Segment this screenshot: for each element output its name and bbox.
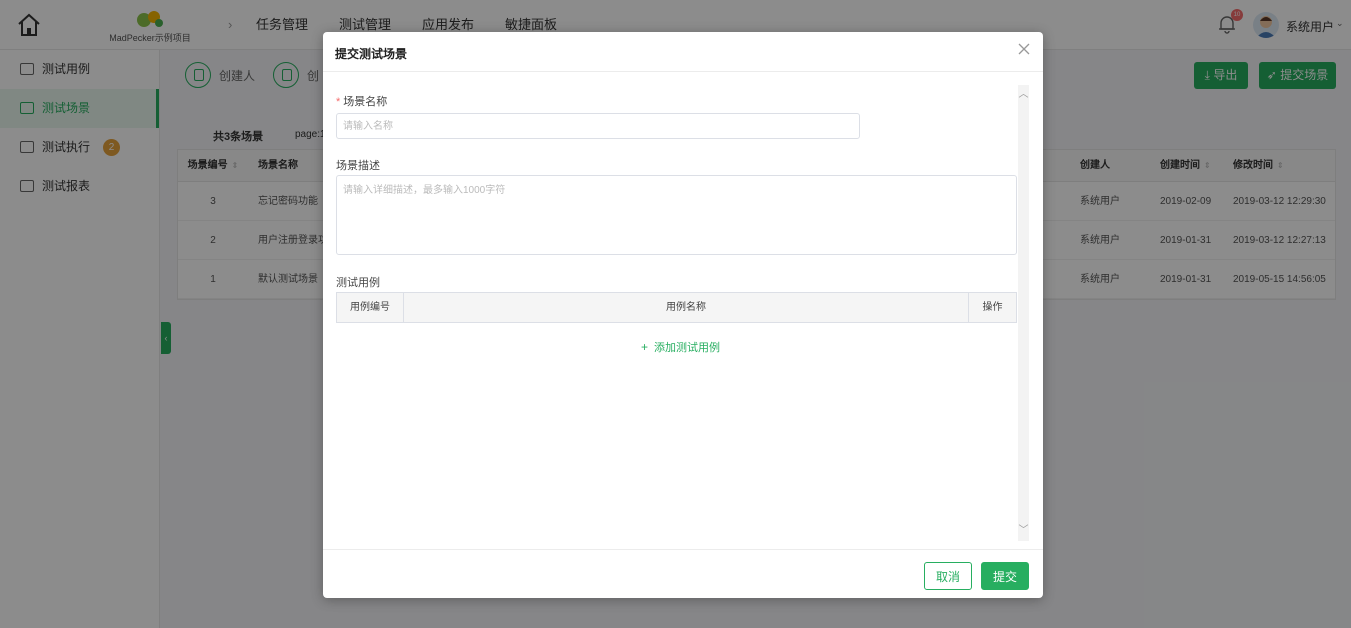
submit-scene-dialog: 提交测试场景 *场景名称 场景描述 测试用例 用例编号 用例名称 操作 + 添加测… bbox=[323, 32, 1043, 598]
chevron-down-icon[interactable]: ﹀ bbox=[1018, 525, 1029, 537]
dialog-body: *场景名称 场景描述 测试用例 用例编号 用例名称 操作 + 添加测试用例 ︿ ﹀ bbox=[323, 73, 1043, 549]
case-column-name: 用例名称 bbox=[404, 293, 969, 322]
add-test-case-button[interactable]: + 添加测试用例 bbox=[641, 339, 720, 355]
scene-name-label: * 场景名称 bbox=[336, 93, 387, 109]
scrollbar[interactable]: ︿ ﹀ bbox=[1018, 85, 1029, 541]
scene-name-input[interactable] bbox=[336, 113, 860, 139]
dialog-header: 提交测试场景 bbox=[323, 32, 1043, 72]
add-test-case-label: 添加测试用例 bbox=[654, 342, 721, 354]
case-column-no: 用例编号 bbox=[337, 293, 404, 322]
scene-description-label: 场景描述 bbox=[336, 160, 380, 172]
plus-icon: + bbox=[641, 340, 649, 354]
scene-description-input[interactable] bbox=[336, 175, 1017, 255]
required-mark: * bbox=[336, 96, 341, 108]
dialog-title: 提交测试场景 bbox=[335, 47, 408, 61]
test-case-table: 用例编号 用例名称 操作 bbox=[336, 292, 1017, 323]
scene-name-label-text: 场景名称 bbox=[343, 96, 388, 108]
case-column-operation: 操作 bbox=[982, 302, 1003, 313]
dialog-footer: 取消 提交 bbox=[323, 549, 1043, 598]
close-icon[interactable] bbox=[1017, 42, 1031, 56]
submit-button[interactable]: 提交 bbox=[981, 562, 1029, 590]
test-cases-label: 测试用例 bbox=[336, 277, 380, 289]
chevron-up-icon[interactable]: ︿ bbox=[1018, 89, 1029, 101]
cancel-button[interactable]: 取消 bbox=[924, 562, 972, 590]
